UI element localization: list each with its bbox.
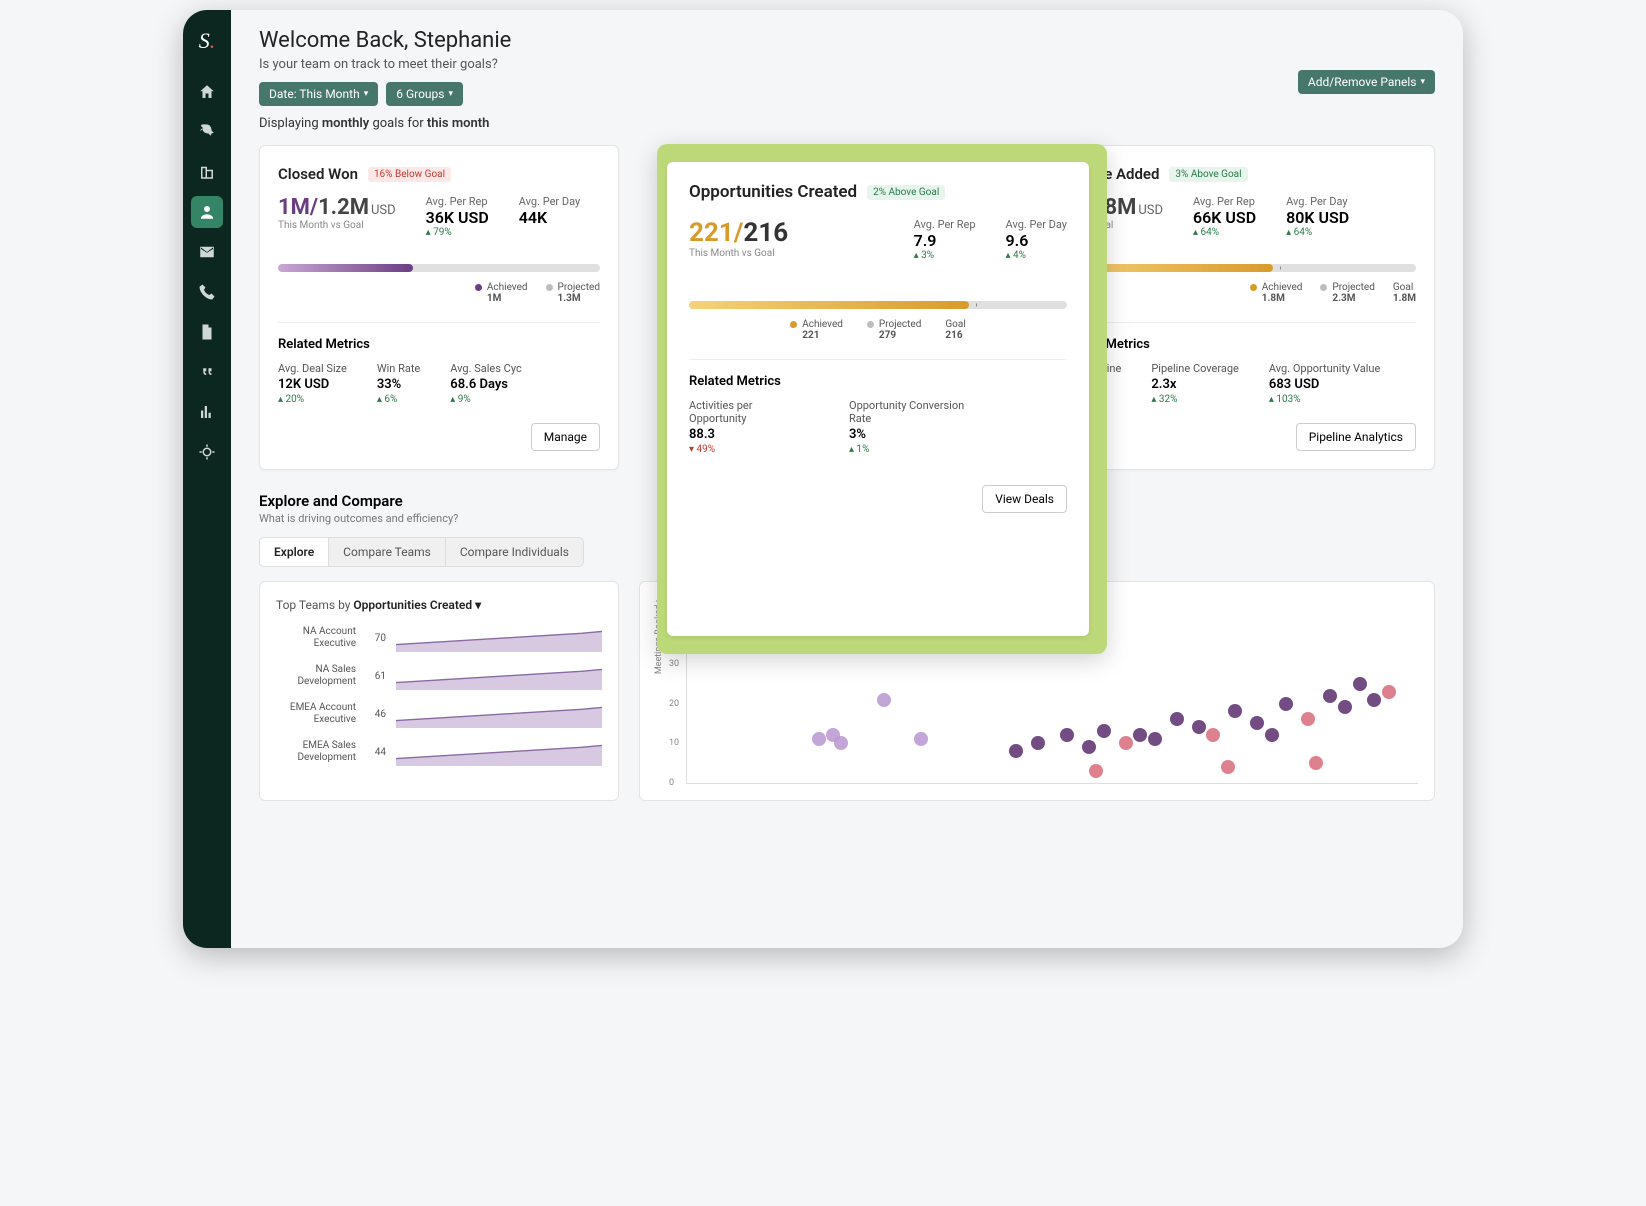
nav-quote-icon[interactable] xyxy=(191,356,223,388)
team-row: EMEA Sales Development44 xyxy=(276,738,602,766)
sidebar: S xyxy=(183,10,231,948)
team-row: EMEA Account Executive46 xyxy=(276,700,602,728)
card-title: Closed Won xyxy=(278,165,358,183)
chevron-down-icon: ▾ xyxy=(364,89,369,99)
tab-compare-teams[interactable]: Compare Teams xyxy=(329,538,446,566)
teams-metric-dropdown[interactable]: Opportunities Created ▾ xyxy=(353,598,481,612)
main-content: Welcome Back, Stephanie Is your team on … xyxy=(231,10,1463,948)
nav-target-icon[interactable] xyxy=(191,436,223,468)
scatter-point[interactable] xyxy=(1206,728,1220,742)
status-badge: 3% Above Goal xyxy=(1169,167,1247,182)
scatter-point[interactable] xyxy=(1170,712,1184,726)
scatter-point[interactable] xyxy=(1250,716,1264,730)
nav-person-icon[interactable] xyxy=(191,196,223,228)
top-teams-card: Top Teams by Opportunities Created ▾ NA … xyxy=(259,581,619,801)
progress-bar xyxy=(1058,264,1416,272)
nav-home-icon[interactable] xyxy=(191,76,223,108)
scatter-point[interactable] xyxy=(1097,724,1111,738)
chevron-down-icon: ▾ xyxy=(1420,77,1425,87)
scatter-point[interactable] xyxy=(1228,704,1242,718)
status-badge: 16% Below Goal xyxy=(368,167,451,182)
team-row: NA Account Executive70 xyxy=(276,624,602,652)
add-remove-panels-button[interactable]: Add/Remove Panels▾ xyxy=(1298,70,1435,94)
team-row: NA Sales Development61 xyxy=(276,662,602,690)
tab-explore[interactable]: Explore xyxy=(260,538,329,566)
scatter-point[interactable] xyxy=(1009,744,1023,758)
logo: S xyxy=(199,20,216,68)
scatter-point[interactable] xyxy=(1082,740,1096,754)
scatter-point[interactable] xyxy=(1338,700,1352,714)
manage-button[interactable]: Manage xyxy=(531,423,600,451)
highlight-overlay: Opportunities Created 2% Above Goal 221/… xyxy=(657,144,1107,654)
pipeline-analytics-button[interactable]: Pipeline Analytics xyxy=(1296,423,1416,451)
scatter-point[interactable] xyxy=(1119,736,1133,750)
explore-tabs: Explore Compare Teams Compare Individual… xyxy=(259,537,584,567)
progress-bar xyxy=(689,301,1067,309)
welcome-heading: Welcome Back, Stephanie xyxy=(259,28,1435,53)
nav-chart-icon[interactable] xyxy=(191,396,223,428)
date-filter-pill[interactable]: Date: This Month▾ xyxy=(259,82,378,106)
scatter-point[interactable] xyxy=(1309,756,1323,770)
groups-filter-pill[interactable]: 6 Groups▾ xyxy=(386,82,463,106)
chevron-down-icon: ▾ xyxy=(448,89,453,99)
card-title: Opportunities Created xyxy=(689,182,857,202)
displaying-text: Displaying monthly goals for this month xyxy=(259,116,1435,131)
nav-document-icon[interactable] xyxy=(191,316,223,348)
scatter-point[interactable] xyxy=(812,732,826,746)
tab-compare-individuals[interactable]: Compare Individuals xyxy=(446,538,583,566)
subheading: Is your team on track to meet their goal… xyxy=(259,57,1435,72)
opportunities-created-card: Opportunities Created 2% Above Goal 221/… xyxy=(667,162,1089,636)
scatter-point[interactable] xyxy=(1089,764,1103,778)
scatter-point[interactable] xyxy=(1323,689,1337,703)
nav-rocket-icon[interactable] xyxy=(191,116,223,148)
scatter-point[interactable] xyxy=(1133,728,1147,742)
scatter-point[interactable] xyxy=(877,693,891,707)
scatter-point[interactable] xyxy=(1382,685,1396,699)
nav-mail-icon[interactable] xyxy=(191,236,223,268)
nav-phone-icon[interactable] xyxy=(191,276,223,308)
scatter-point[interactable] xyxy=(1031,736,1045,750)
closed-won-card: Closed Won 16% Below Goal 1M/1.2MUSD Thi… xyxy=(259,145,619,470)
scatter-point[interactable] xyxy=(1353,677,1367,691)
view-deals-button[interactable]: View Deals xyxy=(982,485,1067,513)
nav-building-icon[interactable] xyxy=(191,156,223,188)
scatter-point[interactable] xyxy=(1148,732,1162,746)
scatter-point[interactable] xyxy=(1060,728,1074,742)
scatter-point[interactable] xyxy=(1192,720,1206,734)
scatter-point[interactable] xyxy=(1279,697,1293,711)
scatter-point[interactable] xyxy=(834,736,848,750)
scatter-point[interactable] xyxy=(1367,693,1381,707)
progress-bar xyxy=(278,264,600,272)
scatter-point[interactable] xyxy=(1265,728,1279,742)
scatter-point[interactable] xyxy=(914,732,928,746)
status-badge: 2% Above Goal xyxy=(867,185,945,200)
scatter-point[interactable] xyxy=(1301,712,1315,726)
scatter-point[interactable] xyxy=(1221,760,1235,774)
